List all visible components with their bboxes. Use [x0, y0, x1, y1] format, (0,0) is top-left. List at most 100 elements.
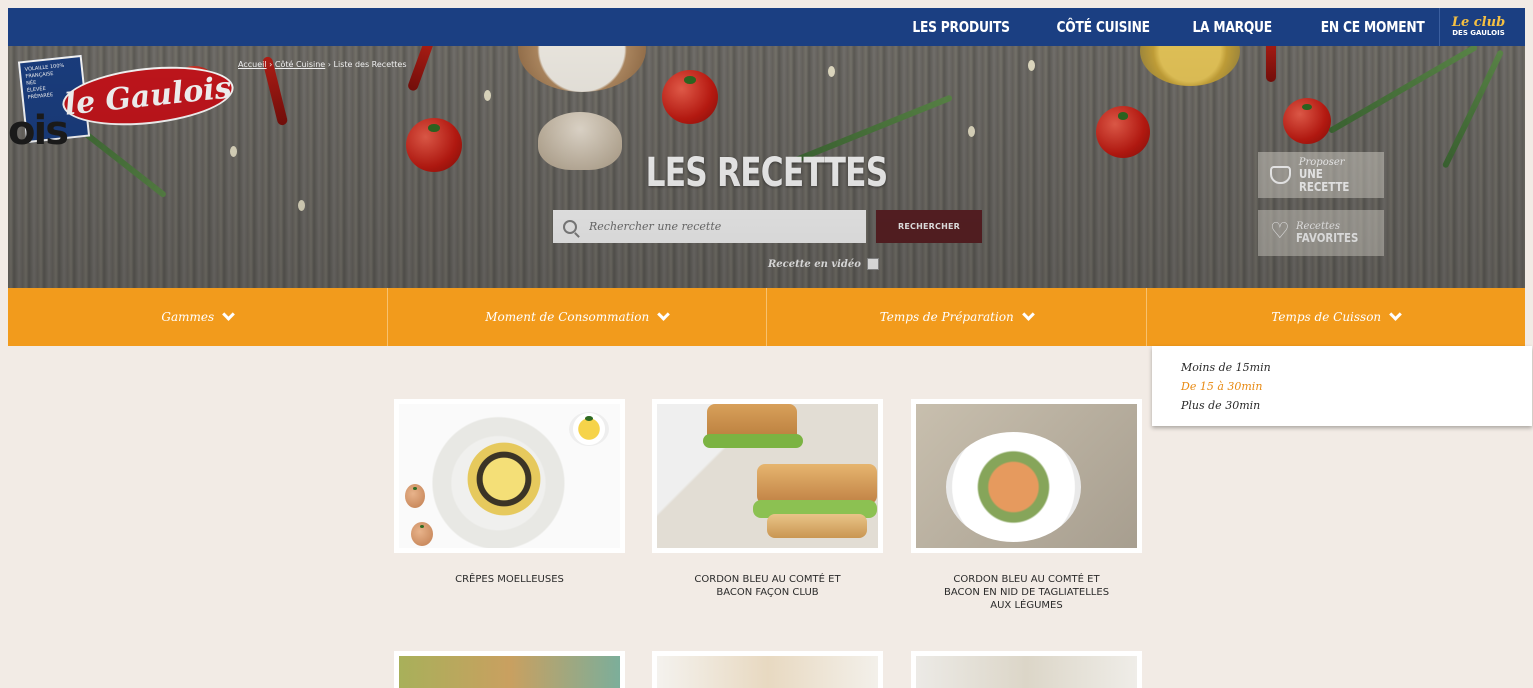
crepe-photo	[459, 439, 549, 519]
recipe-name[interactable]: CORDON BLEU AU COMTÉ ET BACON FAÇON CLUB	[652, 573, 883, 599]
tomato-decoration	[662, 70, 718, 124]
main-nav: LES PRODUITS CÔTÉ CUISINE LA MARQUE EN C…	[891, 8, 1425, 46]
flag-line: PRÉPARÉE	[27, 92, 54, 101]
rosemary-decoration	[1441, 49, 1505, 169]
recipe-card-partial[interactable]	[652, 651, 883, 688]
recipe-card[interactable]: CORDON BLEU AU COMTÉ ET BACON EN NID DE …	[911, 399, 1142, 612]
recipe-name[interactable]: CORDON BLEU AU COMTÉ ET BACON EN NID DE …	[911, 573, 1142, 612]
propose-recipe-button[interactable]: Proposer UNE RECETTE	[1258, 152, 1384, 198]
chili-decoration	[261, 55, 289, 127]
bowl-decoration	[518, 46, 646, 92]
chef-hat-icon	[1270, 166, 1291, 184]
recipe-image	[399, 404, 620, 548]
tomato-decoration	[1096, 106, 1150, 158]
logo-wordmark: le Gaulois	[59, 59, 237, 133]
breadcrumb-current: Liste des Recettes	[333, 60, 407, 69]
video-filter-checkbox[interactable]	[866, 258, 879, 270]
cooking-time-option[interactable]: Moins de 15min	[1181, 358, 1532, 377]
brand-logo[interactable]: VOLAILLE 100% FRANÇAISE NÉE ÉLEVÉE PRÉPA…	[17, 54, 237, 144]
page-title: LES RECETTES	[645, 150, 889, 196]
nav-cote-cuisine[interactable]: CÔTÉ CUISINE	[1056, 18, 1150, 36]
nav-les-produits[interactable]: LES PRODUITS	[912, 18, 1010, 36]
egg-photo	[411, 522, 433, 546]
recipe-card[interactable]: CRÊPES MOELLEUSES	[394, 399, 625, 586]
filter-moment-consommation[interactable]: Moment de Consommation	[388, 288, 767, 346]
mushroom-decoration	[538, 112, 622, 170]
cooking-time-option[interactable]: Plus de 30min	[1181, 396, 1532, 415]
recipe-card[interactable]: CORDON BLEU AU COMTÉ ET BACON FAÇON CLUB	[652, 399, 883, 599]
search-box	[553, 210, 866, 243]
logo-text: le Gaulois	[62, 69, 234, 123]
flag-top-text: VOLAILLE 100% FRANÇAISE	[24, 62, 65, 80]
recipe-image-frame	[652, 399, 883, 553]
nav-en-ce-moment[interactable]: EN CE MOMENT	[1321, 18, 1425, 36]
filter-label: Temps de Préparation	[879, 310, 1014, 324]
nav-la-marque[interactable]: LA MARQUE	[1193, 18, 1273, 36]
chevron-down-icon	[1389, 308, 1403, 321]
recipe-image	[916, 656, 1137, 688]
chevron-down-icon	[222, 308, 235, 321]
tagliatelle-plate-photo	[946, 432, 1081, 542]
filter-temps-preparation[interactable]: Temps de Préparation	[767, 288, 1147, 346]
chili-decoration	[1266, 46, 1276, 82]
chevron-down-icon	[1021, 308, 1035, 321]
lettuce-photo	[703, 434, 803, 448]
egg-bowl-photo	[569, 412, 609, 446]
tomato-decoration	[406, 118, 462, 172]
overlay-fragment-text: ois	[8, 108, 69, 154]
cooking-time-option-active[interactable]: De 15 à 30min	[1181, 377, 1532, 396]
filter-label: Moment de Consommation	[485, 310, 650, 324]
search-button[interactable]: RECHERCHER	[876, 210, 982, 243]
rosemary-decoration	[793, 94, 953, 164]
recipe-image-frame	[394, 399, 625, 553]
recipe-image-frame	[911, 399, 1142, 553]
chevron-down-icon	[657, 308, 671, 321]
recipe-card-partial[interactable]	[911, 651, 1142, 688]
breadcrumb-home[interactable]: Accueil	[238, 60, 267, 69]
recipe-name[interactable]: CRÊPES MOELLEUSES	[394, 573, 625, 586]
breadcrumb-section[interactable]: Côté Cuisine	[275, 60, 325, 69]
flag-line: ÉLEVÉE	[26, 85, 47, 94]
filter-temps-cuisson[interactable]: Temps de Cuisson	[1147, 288, 1526, 346]
favorites-small-label: Recettes	[1296, 221, 1341, 232]
seed-decoration	[484, 90, 491, 101]
filter-gammes[interactable]: Gammes	[8, 288, 388, 346]
seed-decoration	[298, 200, 305, 211]
video-recipe-filter[interactable]: Recette en vidéo	[768, 258, 879, 270]
tomato-decoration	[170, 66, 218, 110]
video-filter-label: Recette en vidéo	[768, 258, 861, 270]
propose-big-label: UNE RECETTE	[1298, 166, 1350, 194]
favorite-recipes-button[interactable]: Recettes FAVORITES	[1258, 210, 1384, 256]
tomato-decoration	[1283, 98, 1331, 144]
filter-bar: Gammes Moment de Consommation Temps de P…	[8, 288, 1525, 346]
sandwich-photo	[767, 514, 867, 538]
club-title: Le club	[1451, 14, 1506, 30]
cooking-time-dropdown: Moins de 15min De 15 à 30min Plus de 30m…	[1152, 346, 1532, 426]
heart-icon	[1270, 219, 1290, 244]
recipe-image	[916, 404, 1137, 548]
rosemary-decoration	[68, 119, 168, 199]
sandwich-photo	[757, 464, 877, 504]
recipe-image	[399, 656, 620, 688]
seed-decoration	[1028, 60, 1035, 71]
search-input[interactable]	[589, 220, 839, 233]
seed-decoration	[968, 126, 975, 137]
favorites-big-label: FAVORITES	[1296, 231, 1359, 245]
egg-photo	[405, 484, 425, 508]
club-des-gaulois-link[interactable]: Le club DES GAULOIS	[1439, 8, 1517, 46]
chili-decoration	[406, 46, 436, 93]
club-subtitle: DES GAULOIS	[1452, 28, 1505, 37]
filter-label: Temps de Cuisson	[1271, 310, 1382, 324]
rosemary-decoration	[1327, 46, 1479, 135]
flag-line: NÉE	[25, 79, 37, 87]
breadcrumb: Accueil › Côté Cuisine › Liste des Recet…	[238, 60, 407, 69]
seed-decoration	[828, 66, 835, 77]
search-icon	[563, 219, 577, 234]
recipe-card-partial[interactable]	[394, 651, 625, 688]
hero-banner: VOLAILLE 100% FRANÇAISE NÉE ÉLEVÉE PRÉPA…	[8, 46, 1525, 288]
recipe-image	[657, 404, 878, 548]
oil-decoration	[1140, 46, 1240, 86]
origin-flag-badge: VOLAILLE 100% FRANÇAISE NÉE ÉLEVÉE PRÉPA…	[17, 54, 91, 144]
propose-small-label: Proposer	[1298, 156, 1345, 168]
recipe-image	[657, 656, 878, 688]
